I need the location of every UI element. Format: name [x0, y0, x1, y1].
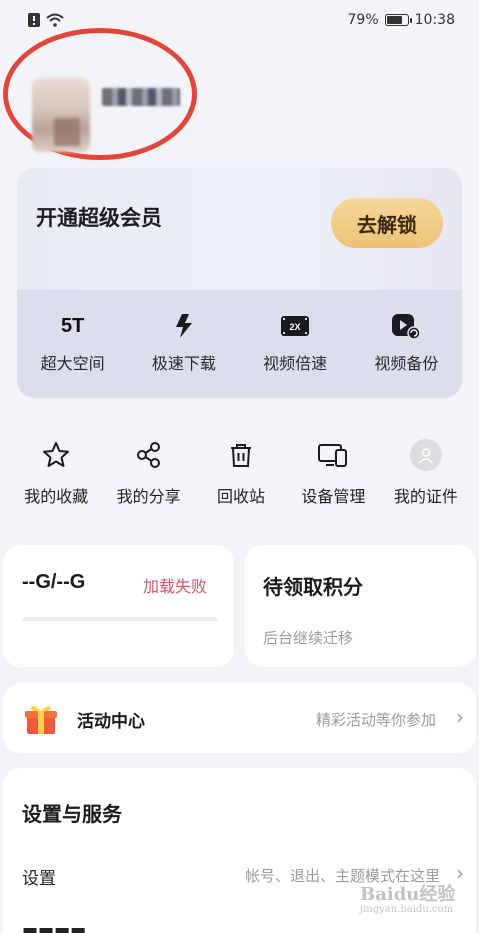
- avatar-icon: [409, 439, 442, 471]
- lightning-icon: [175, 314, 192, 338]
- activity-subtitle: 精彩活动等你参加: [315, 711, 436, 729]
- storage-card[interactable]: --G/--G 加载失败: [3, 545, 234, 667]
- feature-label: 视频倍速: [263, 354, 328, 373]
- svg-text:2X: 2X: [290, 322, 301, 332]
- feature-label: 极速下载: [151, 354, 216, 373]
- action-label: 我的证件: [393, 487, 458, 506]
- feature-download[interactable]: 极速下载: [128, 310, 239, 398]
- action-shares[interactable]: 我的分享: [102, 437, 194, 513]
- unlock-button[interactable]: 去解锁: [331, 198, 443, 248]
- feature-label: 视频备份: [374, 354, 439, 373]
- action-favorites[interactable]: 我的收藏: [10, 437, 102, 513]
- watermark-sub: jingyan.baidu.com: [360, 904, 454, 915]
- storage-progress-bar: [22, 617, 218, 621]
- vip-header: 开通超级会员 去解锁: [17, 168, 462, 290]
- action-label: 设备管理: [301, 487, 366, 506]
- action-label: 我的收藏: [24, 487, 89, 506]
- video-backup-icon: [392, 314, 422, 340]
- avatar[interactable]: [32, 78, 90, 152]
- feature-storage[interactable]: 5T 超大空间: [17, 310, 128, 398]
- devices-icon: [318, 444, 348, 467]
- battery-level: [386, 16, 403, 24]
- chevron-right-icon: ›: [456, 705, 464, 729]
- activity-title: 活动中心: [77, 712, 145, 732]
- vip-card[interactable]: 开通超级会员 去解锁 5T 超大空间 极速下载 2X 视频倍速 视频备份: [17, 168, 462, 398]
- action-label: 回收站: [217, 487, 266, 506]
- alert-icon: [28, 13, 40, 27]
- vip-title: 开通超级会员: [36, 206, 162, 230]
- gift-icon: [25, 706, 57, 734]
- feature-speed[interactable]: 2X 视频倍速: [240, 310, 351, 398]
- status-right: 79% 10:38: [348, 12, 455, 28]
- quick-actions: 我的收藏 我的分享 回收站 设备管理 我的证件: [10, 437, 472, 513]
- action-label: 我的分享: [116, 487, 181, 506]
- 5t-icon: 5T: [60, 314, 85, 337]
- points-card[interactable]: 待领取积分 后台继续迁移: [245, 545, 476, 667]
- settings-row-label[interactable]: 设置: [22, 864, 56, 889]
- vip-features: 5T 超大空间 极速下载 2X 视频倍速 视频备份: [17, 290, 462, 398]
- points-subtitle: 后台继续迁移: [263, 629, 354, 647]
- trash-icon: [231, 444, 252, 467]
- settings-row-partial[interactable]: ■■■■: [22, 924, 86, 933]
- wifi-icon: [46, 13, 64, 27]
- share-icon: [136, 442, 160, 468]
- feature-backup[interactable]: 视频备份: [351, 310, 462, 398]
- battery-icon: [384, 14, 412, 26]
- status-left: [28, 13, 64, 27]
- 2x-speed-icon: 2X: [281, 316, 310, 336]
- username: [102, 88, 180, 106]
- storage-error[interactable]: 加载失败: [143, 573, 207, 597]
- settings-title: 设置与服务: [22, 802, 122, 826]
- baidu-watermark: Baidu经验 jingyan.baidu.com: [360, 880, 472, 920]
- battery-percent: 79%: [347, 12, 379, 28]
- activity-center-row[interactable]: 活动中心 精彩活动等你参加 ›: [3, 683, 476, 753]
- profile-header[interactable]: [0, 28, 479, 168]
- clock: 10:38: [414, 12, 455, 28]
- action-devices[interactable]: 设备管理: [287, 437, 379, 513]
- action-recycle-bin[interactable]: 回收站: [195, 437, 287, 513]
- feature-label: 超大空间: [40, 354, 105, 373]
- storage-value: --G/--G: [22, 571, 86, 593]
- watermark-main: Baidu经验: [360, 884, 456, 905]
- points-title: 待领取积分: [263, 575, 363, 599]
- star-icon: [43, 442, 70, 467]
- action-documents[interactable]: 我的证件: [380, 437, 472, 513]
